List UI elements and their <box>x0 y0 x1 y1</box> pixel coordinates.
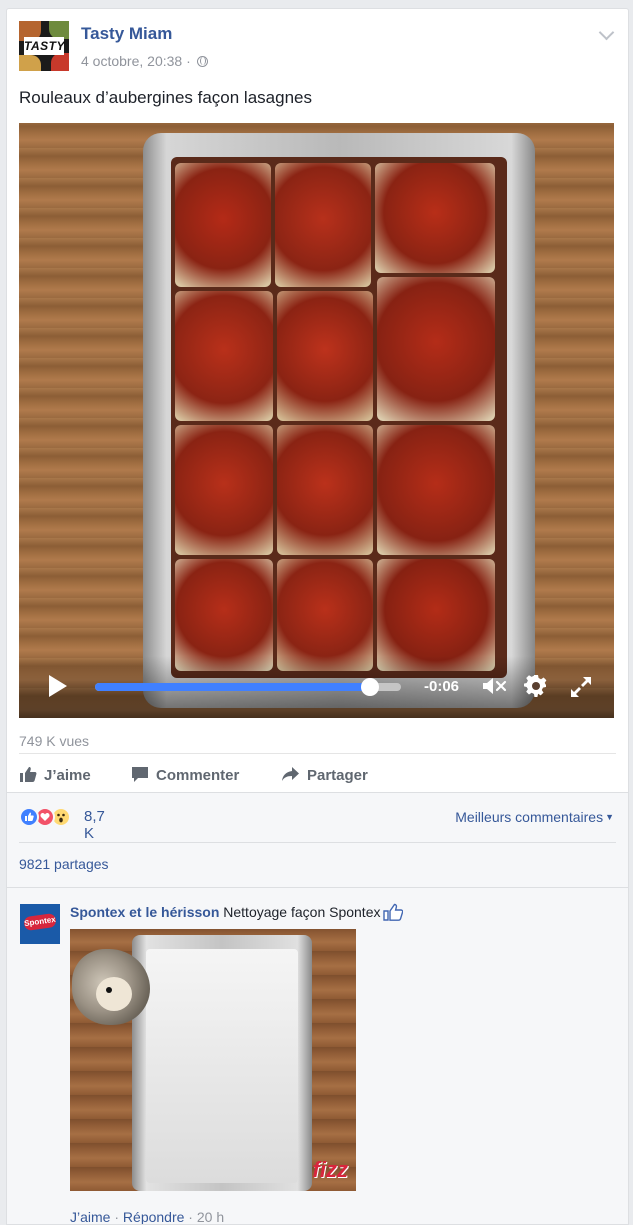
eggplant-roll <box>277 425 373 555</box>
timestamp-text[interactable]: 4 octobre, 20:38 · <box>81 53 195 69</box>
time-remaining: -0:06 <box>424 678 460 695</box>
eggplant-roll <box>377 425 495 555</box>
hedgehog-image <box>72 949 150 1025</box>
tray-surface <box>146 949 298 1183</box>
comment-author-link[interactable]: Spontex et le hérisson <box>70 904 219 920</box>
post-header: TASTY Tasty Miam 4 octobre, 20:38 · <box>19 21 616 75</box>
comment-like-link[interactable]: J’aime <box>70 1209 110 1224</box>
comment-body: Spontex et le hérisson Nettoyage façon S… <box>70 903 403 921</box>
avatar-food-image <box>19 55 41 71</box>
comment-meta: J’aime · Répondre · 20 h <box>70 1209 224 1225</box>
top-comments-dropdown[interactable]: Meilleurs commentaires ▼ <box>455 809 614 825</box>
video-controls: -0:06 <box>19 656 614 718</box>
progress-fill <box>95 683 371 691</box>
hedgehog-face <box>96 977 132 1011</box>
like-label: J’aime <box>44 767 91 784</box>
lasagna <box>171 157 507 678</box>
feedback-section: 8,7 K Meilleurs commentaires ▼ 9821 parta… <box>7 792 628 1225</box>
avatar-badge: Spontex <box>23 912 57 932</box>
eggplant-roll <box>175 163 271 287</box>
video-player[interactable]: -0:06 <box>19 123 614 718</box>
share-icon <box>282 767 299 781</box>
view-count: 749 K vues <box>19 733 90 749</box>
eggplant-roll <box>377 559 495 671</box>
eggplant-roll <box>277 291 373 421</box>
progress-bar[interactable] <box>95 678 401 696</box>
comment-text: Nettoyage façon Spontex <box>223 904 381 920</box>
share-button[interactable]: Partager <box>281 761 368 791</box>
eggplant-roll <box>377 277 495 421</box>
divider <box>19 842 616 843</box>
comment-icon <box>132 767 148 782</box>
eggplant-roll <box>375 163 495 273</box>
avatar-food-image <box>51 53 69 71</box>
comment-image[interactable]: fizz <box>70 929 356 1191</box>
like-button[interactable]: J’aime <box>19 761 91 791</box>
eggplant-roll <box>275 163 371 287</box>
post-timestamp[interactable]: 4 octobre, 20:38 · <box>81 53 208 69</box>
caret-down-icon: ▼ <box>605 812 614 822</box>
separator: · <box>184 1209 197 1225</box>
expand-icon[interactable] <box>568 674 594 700</box>
like-icon <box>19 807 39 827</box>
reaction-count[interactable]: 8,7 K <box>84 808 105 842</box>
eggplant-roll <box>175 559 273 671</box>
thumbs-up-emoji-icon <box>382 903 403 921</box>
post-card: TASTY Tasty Miam 4 octobre, 20:38 · Roul… <box>6 8 629 1225</box>
divider <box>19 753 616 754</box>
comment-label: Commenter <box>156 767 240 784</box>
eggplant-roll <box>277 559 373 671</box>
eggplant-roll <box>175 291 273 421</box>
baking-tray <box>132 935 312 1191</box>
page-avatar[interactable]: TASTY <box>19 21 69 71</box>
top-comments-label: Meilleurs commentaires <box>455 809 604 825</box>
divider <box>7 887 628 888</box>
avatar-logo: TASTY <box>24 37 65 55</box>
progress-handle[interactable] <box>361 678 380 696</box>
thumbs-up-icon <box>20 767 37 782</box>
comment-button[interactable]: Commenter <box>131 761 239 791</box>
share-label: Partager <box>307 767 368 784</box>
play-icon[interactable] <box>49 675 67 697</box>
post-text: Rouleaux d’aubergines façon lasagnes <box>19 88 312 107</box>
chevron-down-icon[interactable] <box>598 24 615 41</box>
page-name-link[interactable]: Tasty Miam <box>81 24 172 44</box>
mute-icon[interactable] <box>481 676 509 696</box>
eggplant-roll <box>175 425 273 555</box>
hedgehog-eye <box>106 987 112 993</box>
comment-time[interactable]: 20 h <box>197 1209 224 1224</box>
baking-dish <box>143 133 535 708</box>
share-count[interactable]: 9821 partages <box>19 856 109 872</box>
gear-icon[interactable] <box>524 674 548 698</box>
comment-avatar[interactable]: Spontex <box>20 904 60 944</box>
fizz-logo: fizz <box>312 1157 348 1182</box>
separator: · <box>110 1209 123 1225</box>
comment-reply-link[interactable]: Répondre <box>123 1209 185 1224</box>
globe-icon <box>196 56 208 67</box>
